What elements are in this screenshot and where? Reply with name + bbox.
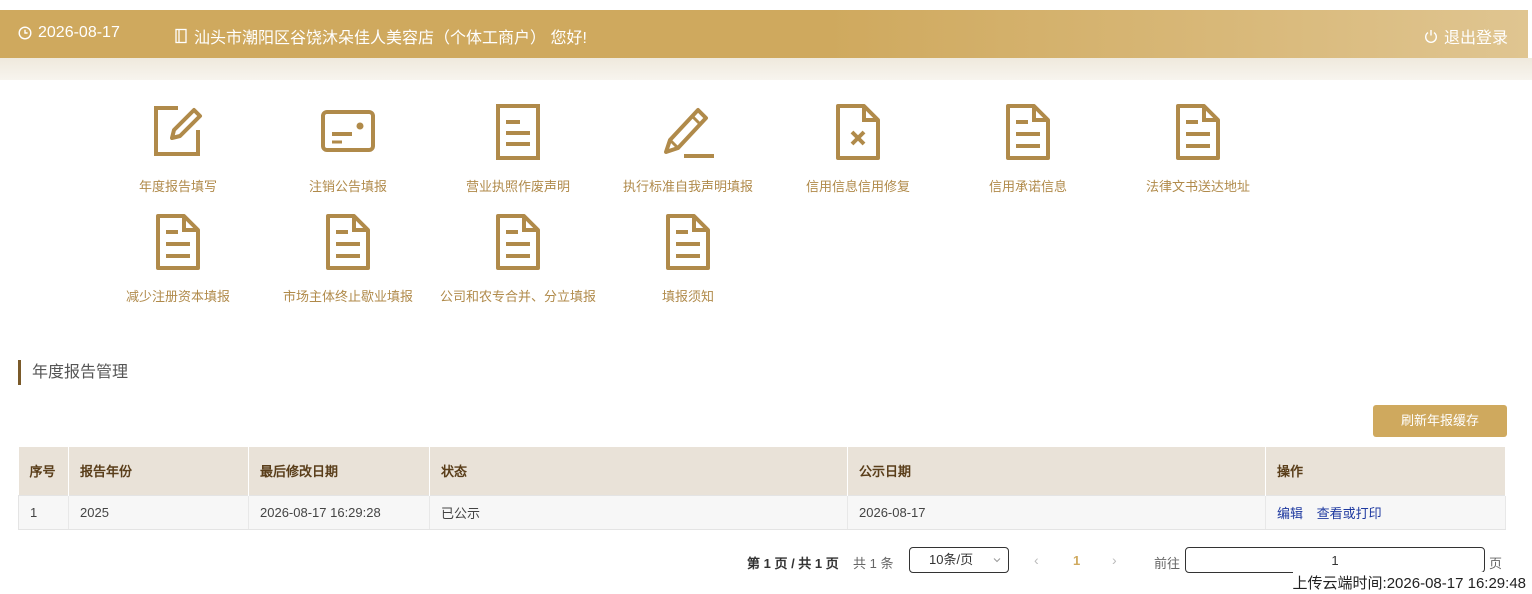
document-icon: [326, 214, 370, 270]
column-header: 状态: [429, 447, 848, 495]
column-header: 报告年份: [68, 447, 249, 495]
document-icon: [1006, 104, 1050, 160]
menu-label: 信用信息信用修复: [805, 179, 910, 194]
card-icon: [321, 110, 375, 152]
view-print-link[interactable]: 查看或打印: [1317, 506, 1382, 521]
cell-status: 已公示: [429, 494, 848, 530]
logout-button[interactable]: 退出登录: [1424, 24, 1508, 48]
page-size-value: 10条/页: [929, 552, 974, 567]
menu-item-credit-commitment[interactable]: 信用承诺信息: [943, 102, 1113, 195]
next-page-button[interactable]: ›: [1112, 552, 1117, 568]
power-icon: [1424, 29, 1438, 43]
goto-page-input[interactable]: [1185, 547, 1485, 573]
table-row: 1 2025 2026-08-17 16:29:28 已公示 2026-08-1…: [18, 494, 1506, 530]
welcome-text: 汕头市潮阳区谷饶沐朵佳人美容店（个体工商户） 您好!: [194, 30, 587, 47]
edit-link[interactable]: 编辑: [1277, 506, 1303, 521]
document-icon: [496, 104, 540, 160]
logout-label: 退出登录: [1443, 30, 1508, 47]
current-page[interactable]: 1: [1073, 553, 1080, 568]
header-shadow-band: [0, 58, 1532, 80]
upload-time: 上传云端时间:2026-08-17 16:29:48: [1292, 572, 1526, 593]
total-count: 共 1 条: [853, 556, 894, 571]
document-icon: [1176, 104, 1220, 160]
column-header: 操作: [1265, 447, 1506, 495]
annual-report-table: 序号 报告年份 最后修改日期 状态 公示日期 操作 1 2025 2026-08…: [18, 447, 1506, 530]
document-icon: [496, 214, 540, 270]
menu-label: 市场主体终止歇业填报: [282, 289, 413, 304]
pencil-icon: [664, 108, 714, 158]
menu-label: 年度报告填写: [138, 179, 217, 194]
cell-publish-date: 2026-08-17: [847, 494, 1266, 530]
menu-item-filing-notice[interactable]: 填报须知: [603, 212, 773, 305]
prev-page-button[interactable]: ‹: [1034, 552, 1039, 568]
menu-label: 填报须知: [661, 289, 714, 304]
clock-icon: [18, 26, 32, 40]
cell-actions: 编辑 查看或打印: [1265, 494, 1506, 530]
chevron-down-icon: [993, 558, 1001, 563]
header-date-text: 2026-08-17: [38, 24, 120, 41]
page-size-select[interactable]: 10条/页: [909, 547, 1009, 573]
menu-item-standard-declaration[interactable]: 执行标准自我声明填报: [603, 102, 773, 195]
refresh-cache-button[interactable]: 刷新年报缓存: [1373, 405, 1507, 437]
document-icon: [156, 214, 200, 270]
book-icon: [174, 28, 188, 44]
section-title: 年度报告管理: [18, 360, 128, 385]
menu-item-license-void[interactable]: 营业执照作废声明: [433, 102, 603, 195]
table-header-row: 序号 报告年份 最后修改日期 状态 公示日期 操作: [18, 447, 1506, 495]
menu-label: 公司和农专合并、分立填报: [439, 289, 596, 304]
header-welcome: 汕头市潮阳区谷饶沐朵佳人美容店（个体工商户） 您好!: [174, 24, 587, 48]
goto-label: 前往: [1154, 556, 1181, 571]
menu-label: 营业执照作废声明: [465, 179, 570, 194]
document-x-icon: [836, 104, 880, 160]
cell-year: 2025: [68, 494, 249, 530]
page-info: 第 1 页 / 共 1 页: [747, 556, 839, 571]
menu-item-annual-report[interactable]: 年度报告填写: [93, 102, 263, 195]
column-header: 最后修改日期: [248, 447, 430, 495]
menu-label: 信用承诺信息: [988, 179, 1067, 194]
menu-item-reduce-capital[interactable]: 减少注册资本填报: [93, 212, 263, 305]
menu-item-legal-address[interactable]: 法律文书送达地址: [1113, 102, 1283, 195]
menu-label: 法律文书送达地址: [1145, 179, 1250, 194]
page-suffix: 页: [1489, 556, 1503, 571]
main-panel: 年度报告填写 注销公告填报 营业执照作废声明 执行标准自我声明填报 信用信息信用…: [0, 80, 1528, 594]
menu-item-market-termination[interactable]: 市场主体终止歇业填报: [263, 212, 433, 305]
cell-index: 1: [18, 494, 69, 530]
menu-item-cancel-notice[interactable]: 注销公告填报: [263, 102, 433, 195]
column-header: 公示日期: [847, 447, 1266, 495]
menu-item-credit-repair[interactable]: 信用信息信用修复: [773, 102, 943, 195]
menu-label: 注销公告填报: [308, 179, 387, 194]
cell-modified: 2026-08-17 16:29:28: [248, 494, 430, 530]
menu-label: 执行标准自我声明填报: [622, 179, 753, 194]
menu-item-merger-split[interactable]: 公司和农专合并、分立填报: [433, 212, 603, 305]
header-date: 2026-08-17: [18, 24, 120, 42]
top-band: [0, 0, 1532, 10]
menu-label: 减少注册资本填报: [125, 289, 230, 304]
column-header: 序号: [18, 447, 69, 495]
header-bar: 2026-08-17 汕头市潮阳区谷饶沐朵佳人美容店（个体工商户） 您好! 退出…: [0, 10, 1528, 58]
edit-icon: [154, 106, 202, 156]
document-icon: [666, 214, 710, 270]
